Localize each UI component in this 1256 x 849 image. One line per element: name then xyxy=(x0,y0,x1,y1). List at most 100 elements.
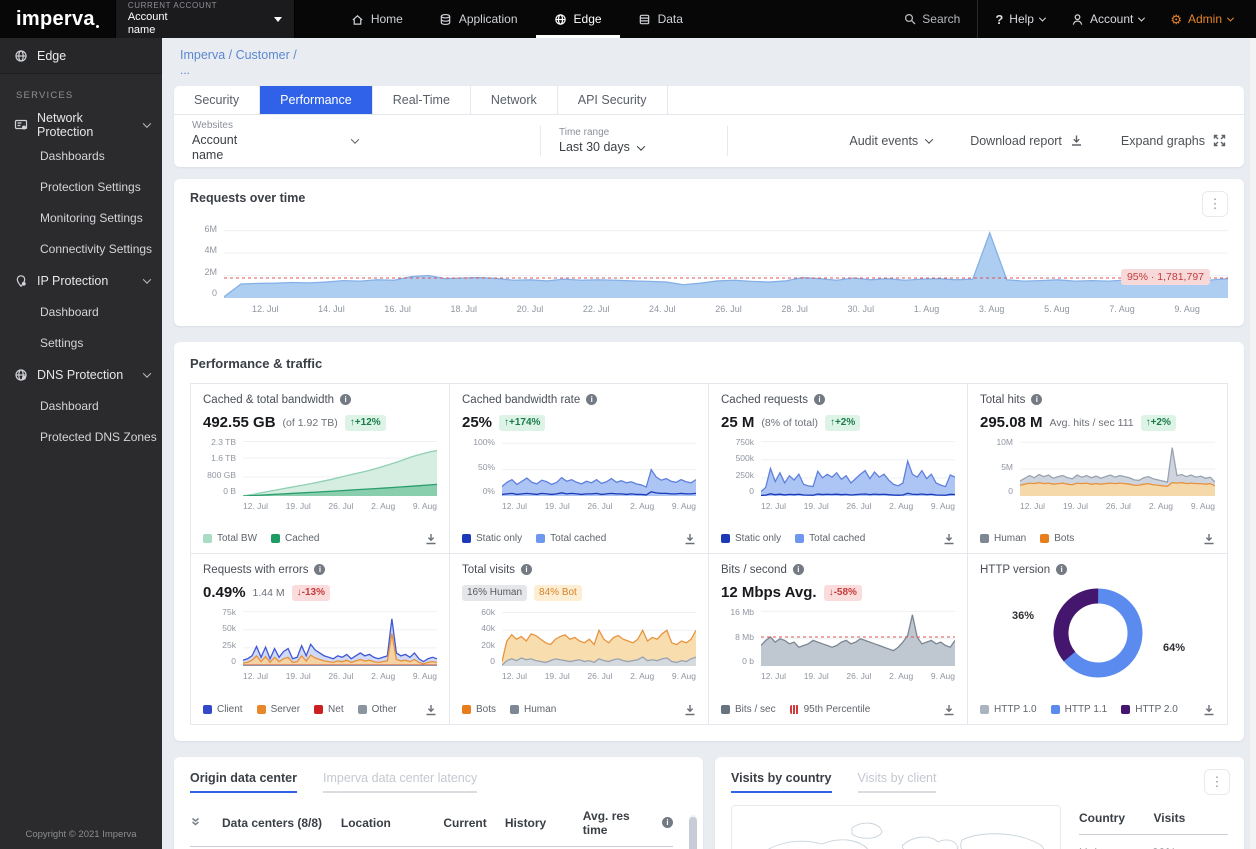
y-axis-labels: 16 Mb 8 Mb 0 b xyxy=(721,608,761,666)
tab-visits-by-client[interactable]: Visits by client xyxy=(857,771,937,793)
info-icon[interactable] xyxy=(1056,564,1068,576)
home-icon xyxy=(352,14,363,25)
search-button[interactable]: Search xyxy=(891,12,973,26)
x-tick: 12. Jul xyxy=(502,670,528,681)
table-scrollbar[interactable] xyxy=(689,814,697,849)
legend-item: Bots xyxy=(1040,533,1074,544)
x-tick: 9. Aug xyxy=(1174,303,1200,314)
info-icon[interactable] xyxy=(586,394,598,406)
x-tick: 12. Jul xyxy=(761,670,787,681)
sidebar-group-ip-protection[interactable]: IP Protection xyxy=(0,265,162,297)
metric-sub: 1.44 M xyxy=(252,586,285,599)
y-tick: 750k xyxy=(735,436,754,447)
sidebar-item-protected-dns-zones[interactable]: Protected DNS Zones xyxy=(0,422,162,453)
download-icon[interactable] xyxy=(1203,533,1215,545)
current-account-switcher[interactable]: CURRENT ACCOUNT Account name xyxy=(114,0,295,38)
download-icon[interactable] xyxy=(943,533,955,545)
info-icon[interactable] xyxy=(792,564,804,576)
x-tick: 22. Jul xyxy=(582,303,610,314)
requests-over-time-card: Requests over time 6M 4M 2M 0 95% · 1,781,79… xyxy=(174,178,1244,326)
tab-visits-by-country[interactable]: Visits by country xyxy=(731,771,832,793)
tab-security[interactable]: Security xyxy=(174,85,261,114)
kebab-menu-icon[interactable] xyxy=(1202,190,1228,217)
legend-swatch xyxy=(314,705,324,715)
filter-bar: Websites Account name Time range Last 30… xyxy=(174,114,1244,167)
nav-item-edge[interactable]: Edge xyxy=(535,0,620,38)
info-icon[interactable] xyxy=(340,394,352,406)
download-report-button[interactable]: Download report xyxy=(970,134,1083,148)
x-tick: 9. Aug xyxy=(412,670,437,681)
sidebar-item-dashboards[interactable]: Dashboards xyxy=(0,141,162,172)
sidebar-item-ip-settings[interactable]: Settings xyxy=(0,328,162,359)
collapse-all-icon[interactable] xyxy=(190,816,222,830)
breadcrumb[interactable]: Imperva / Customer / ... xyxy=(174,38,1244,86)
tab-performance[interactable]: Performance xyxy=(260,85,373,114)
y-tick: 0% xyxy=(482,486,495,497)
download-icon[interactable] xyxy=(425,533,437,545)
y-tick: 6M xyxy=(204,223,217,234)
info-icon[interactable] xyxy=(521,564,533,576)
tile-requests-with-errors: Requests with errors 0.49% 1.44 M ↓-13% … xyxy=(191,553,450,724)
x-axis-labels: 12. Jul 14. Jul 16. Jul 18. Jul 20. Jul 22. J… xyxy=(224,304,1228,318)
account-menu[interactable]: Account xyxy=(1058,12,1157,26)
help-menu[interactable]: ? Help xyxy=(982,12,1058,27)
download-icon[interactable] xyxy=(684,533,696,545)
y-tick: 60k xyxy=(481,606,495,617)
nav-item-application[interactable]: Application xyxy=(421,0,536,38)
x-tick: 19. Jul xyxy=(285,670,311,681)
tab-origin-data-center[interactable]: Origin data center xyxy=(190,771,297,793)
info-icon[interactable] xyxy=(813,394,825,406)
legend-swatch xyxy=(357,705,367,715)
sidebar-item-dns-dashboard[interactable]: Dashboard xyxy=(0,391,162,422)
scrollbar-thumb[interactable] xyxy=(689,816,697,849)
tile-cached-bandwidth-rate: Cached bandwidth rate 25% ↑+174% 100%50%… xyxy=(450,383,709,554)
sidebar-item-ip-dashboard[interactable]: Dashboard xyxy=(0,297,162,328)
y-tick: 8 Mb xyxy=(735,631,754,642)
websites-dropdown[interactable]: Websites Account name xyxy=(192,120,522,162)
nav-item-data[interactable]: Data xyxy=(620,0,701,38)
x-tick: 26. Jul xyxy=(587,500,613,511)
expand-graphs-button[interactable]: Expand graphs xyxy=(1121,134,1226,148)
y-tick: 0 b xyxy=(742,656,754,667)
x-tick: 2. Aug xyxy=(889,670,914,681)
tab-api-security[interactable]: API Security xyxy=(557,85,668,114)
info-icon[interactable] xyxy=(1031,394,1043,406)
time-range-dropdown[interactable]: Time range Last 30 days xyxy=(559,127,709,155)
chart-legend: Total BW Cached xyxy=(203,525,437,545)
table-row[interactable]: Unknown 33% xyxy=(1079,835,1228,849)
info-icon[interactable] xyxy=(662,817,673,829)
tab-network[interactable]: Network xyxy=(470,85,558,114)
data-centers-table: Data centers (8/8) Location Current Hist… xyxy=(190,803,673,849)
download-icon[interactable] xyxy=(425,704,437,716)
page-scrollbar[interactable] xyxy=(1250,38,1256,849)
sidebar-item-monitoring-settings[interactable]: Monitoring Settings xyxy=(0,203,162,234)
sidebar-root-edge[interactable]: Edge xyxy=(0,38,162,74)
y-axis-labels: 10M 5M 0 xyxy=(980,438,1020,496)
sidebar-group-dns-protection[interactable]: DNS Protection xyxy=(0,359,162,391)
world-map[interactable] xyxy=(731,804,1061,849)
sidebar-group-network-protection[interactable]: Network Protection xyxy=(0,109,162,141)
info-icon[interactable] xyxy=(314,564,326,576)
caret-down-icon xyxy=(273,16,282,22)
x-tick: 26. Jul xyxy=(587,670,613,681)
audit-events-dropdown[interactable]: Audit events xyxy=(849,134,934,148)
admin-menu[interactable]: ⚙ Admin xyxy=(1157,12,1246,26)
download-icon[interactable] xyxy=(943,704,955,716)
tab-real-time[interactable]: Real-Time xyxy=(372,85,471,114)
metric-value: 492.55 GB xyxy=(203,414,276,432)
nav-item-home[interactable]: Home xyxy=(333,0,421,38)
sidebar-item-protection-settings[interactable]: Protection Settings xyxy=(0,172,162,203)
y-axis-labels: 75k 50k 25k 0 xyxy=(203,608,243,666)
legend-item: Human xyxy=(980,533,1026,544)
legend-item: Static only xyxy=(721,533,781,544)
chevron-down-icon xyxy=(143,119,152,128)
download-icon[interactable] xyxy=(684,704,696,716)
download-icon[interactable] xyxy=(1203,704,1215,716)
chevron-down-icon xyxy=(1138,14,1146,22)
legend-item: Total cached xyxy=(795,533,865,544)
x-axis-labels: 12. Jul 19. Jul 26. Jul 2. Aug 9. Aug xyxy=(502,671,696,681)
sidebar-item-connectivity-settings[interactable]: Connectivity Settings xyxy=(0,234,162,265)
kebab-menu-icon[interactable] xyxy=(1204,768,1230,795)
tab-imperva-data-center-latency[interactable]: Imperva data center latency xyxy=(322,771,478,793)
download-icon xyxy=(1071,135,1081,147)
